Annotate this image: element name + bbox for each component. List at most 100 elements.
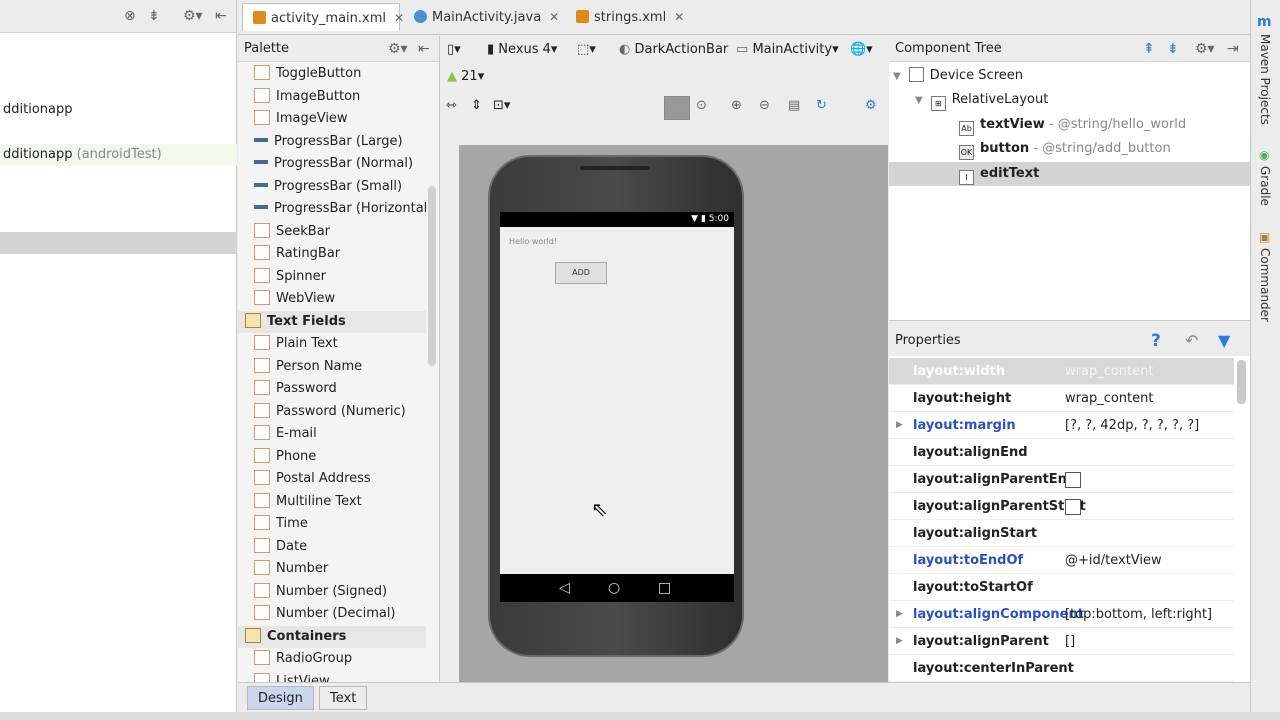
resize-icon[interactable]: ⊡▾: [493, 98, 510, 113]
palette-item[interactable]: ProgressBar (Large): [238, 131, 426, 154]
palette-item[interactable]: ListView: [238, 671, 426, 682]
theme-selector[interactable]: ◐ DarkActionBar: [619, 42, 728, 57]
property-row[interactable]: ▶ layout:margin [?, ?, 42dp, ?, ?, ?, ?]: [889, 412, 1234, 439]
gear-icon[interactable]: ⚙: [865, 98, 877, 113]
tree-textview[interactable]: Ab textView - @string/hello_world: [889, 113, 1250, 137]
property-value[interactable]: []: [1065, 628, 1075, 655]
project-item-selected[interactable]: [0, 232, 237, 254]
close-icon[interactable]: ✕: [549, 10, 559, 24]
property-row[interactable]: layout:width wrap_content: [889, 358, 1234, 385]
property-value[interactable]: [?, ?, 42dp, ?, ?, ?, ?]: [1065, 412, 1199, 439]
palette-item[interactable]: Person Name: [238, 356, 426, 379]
zoom-out-icon[interactable]: ⊖: [759, 98, 770, 113]
zoom-fit-button[interactable]: [664, 96, 690, 120]
palette-item[interactable]: ProgressBar (Horizontal): [238, 198, 432, 221]
device-selector[interactable]: ▮ Nexus 4▾: [487, 42, 557, 57]
tab-design[interactable]: Design: [247, 686, 314, 710]
palette-item[interactable]: Postal Address: [238, 468, 426, 491]
palette-item[interactable]: RadioGroup: [238, 648, 426, 671]
palette-item[interactable]: ImageView: [238, 108, 426, 131]
expand-arrow-icon[interactable]: ▶: [896, 412, 903, 439]
palette-item[interactable]: Number (Decimal): [238, 603, 426, 626]
undo-icon[interactable]: ↶: [1185, 333, 1198, 349]
project-item-androidtest[interactable]: dditionapp (androidTest): [0, 144, 237, 166]
help-icon[interactable]: ?: [1151, 333, 1161, 350]
palette-item[interactable]: Number (Signed): [238, 581, 426, 604]
locale-icon[interactable]: 🌐▾: [850, 42, 873, 57]
property-row[interactable]: layout:alignStart: [889, 520, 1234, 547]
palette-item[interactable]: Date: [238, 536, 426, 559]
palette-item[interactable]: Password (Numeric): [238, 401, 426, 424]
gear-icon[interactable]: ⚙▾: [1195, 42, 1215, 56]
tab-strings-xml[interactable]: strings.xml ✕: [566, 3, 684, 31]
collapse-icon[interactable]: ⇟: [148, 8, 160, 24]
zoom-in-icon[interactable]: ⊕: [731, 98, 742, 113]
palette-category[interactable]: Containers: [238, 625, 426, 648]
zoom-actual-icon[interactable]: ⊙: [696, 98, 707, 113]
property-row[interactable]: layout:centerInParent: [889, 655, 1234, 682]
refresh-icon[interactable]: ↻: [816, 98, 827, 113]
property-checkbox[interactable]: [1065, 499, 1081, 515]
phone-screen[interactable]: ▼ ▮ 5:00 Hello world! ADD ◁ ○ □: [500, 212, 734, 602]
close-icon[interactable]: ✕: [394, 11, 404, 25]
palette-category[interactable]: Text Fields: [238, 310, 426, 333]
palette-item[interactable]: Password: [238, 378, 426, 401]
palette-scrollbar[interactable]: [428, 186, 436, 366]
property-value[interactable]: wrap_content: [1065, 385, 1153, 412]
preview-button[interactable]: ADD: [555, 262, 607, 284]
screenshot-icon[interactable]: ▤: [788, 98, 800, 113]
activity-selector[interactable]: ▭ MainActivity▾: [736, 42, 839, 57]
tab-activity-main[interactable]: activity_main.xml ✕: [242, 3, 404, 31]
property-row[interactable]: layout:alignParentEnd: [889, 466, 1234, 493]
gradle-tab[interactable]: Gradle: [1258, 166, 1272, 206]
palette-item[interactable]: Phone: [238, 446, 426, 469]
expand-arrow-icon[interactable]: ▼: [893, 71, 901, 82]
hide-icon[interactable]: ⇤: [215, 8, 227, 24]
property-row[interactable]: ▶ layout:alignParent []: [889, 628, 1234, 655]
property-row[interactable]: ▶ layout:alignComponent [top:bottom, left:…: [889, 601, 1234, 628]
expand-arrow-icon[interactable]: ▼: [915, 95, 923, 106]
palette-item[interactable]: ProgressBar (Small): [238, 176, 426, 199]
properties-scrollbar[interactable]: [1237, 360, 1246, 404]
tree-relative-layout[interactable]: ▼ ⊞ RelativeLayout: [889, 88, 1250, 112]
api-level-selector[interactable]: ▲ 21▾: [447, 69, 484, 84]
property-checkbox[interactable]: [1065, 472, 1081, 488]
settings-icon[interactable]: ⊗: [124, 8, 136, 24]
filter-icon[interactable]: ▼: [1218, 333, 1230, 349]
palette-item[interactable]: ToggleButton: [238, 63, 426, 86]
preview-textview[interactable]: Hello world!: [509, 237, 557, 246]
palette-item[interactable]: RatingBar: [238, 243, 426, 266]
gear-icon[interactable]: ⚙▾: [388, 42, 408, 56]
property-value[interactable]: [top:bottom, left:right]: [1065, 601, 1212, 628]
tree-edittext[interactable]: IeditText: [889, 162, 1250, 186]
palette-item[interactable]: Spinner: [238, 266, 426, 289]
tree-button[interactable]: OK button - @string/add_button: [889, 137, 1250, 161]
commander-tab[interactable]: Commander: [1258, 248, 1272, 322]
expand-arrow-icon[interactable]: ▶: [896, 628, 903, 655]
palette-item[interactable]: SeekBar: [238, 221, 426, 244]
tree-device-screen[interactable]: ▼ Device Screen: [889, 64, 1250, 88]
expand-arrow-icon[interactable]: ▶: [896, 601, 903, 628]
property-value[interactable]: wrap_content: [1065, 358, 1153, 385]
property-value[interactable]: @+id/textView: [1065, 547, 1162, 574]
palette-item[interactable]: E-mail: [238, 423, 426, 446]
palette-item[interactable]: ImageButton: [238, 86, 426, 109]
close-icon[interactable]: ✕: [674, 10, 684, 24]
property-row[interactable]: layout:alignParentStart: [889, 493, 1234, 520]
property-row[interactable]: layout:toEndOf @+id/textView: [889, 547, 1234, 574]
maven-projects-tab[interactable]: Maven Projects: [1258, 34, 1272, 125]
layout-file-icon[interactable]: ▯▾: [447, 42, 461, 57]
property-row[interactable]: layout:height wrap_content: [889, 385, 1234, 412]
palette-item[interactable]: Plain Text: [238, 333, 426, 356]
project-item-app[interactable]: dditionapp: [0, 99, 237, 121]
palette-item[interactable]: Time: [238, 513, 426, 536]
hide-icon[interactable]: ⇤: [418, 42, 430, 56]
layout-canvas[interactable]: ▼ ▮ 5:00 Hello world! ADD ◁ ○ □ ⇖: [459, 145, 888, 682]
property-row[interactable]: layout:toStartOf: [889, 574, 1234, 601]
zoom-width-icon[interactable]: ⇿: [446, 98, 457, 113]
palette-item[interactable]: Number: [238, 558, 426, 581]
collapse-all-icon[interactable]: ⇟: [1167, 42, 1179, 56]
palette-item[interactable]: Multiline Text: [238, 491, 426, 514]
zoom-height-icon[interactable]: ⇕: [471, 98, 482, 113]
gear-icon[interactable]: ⚙▾: [183, 8, 203, 24]
